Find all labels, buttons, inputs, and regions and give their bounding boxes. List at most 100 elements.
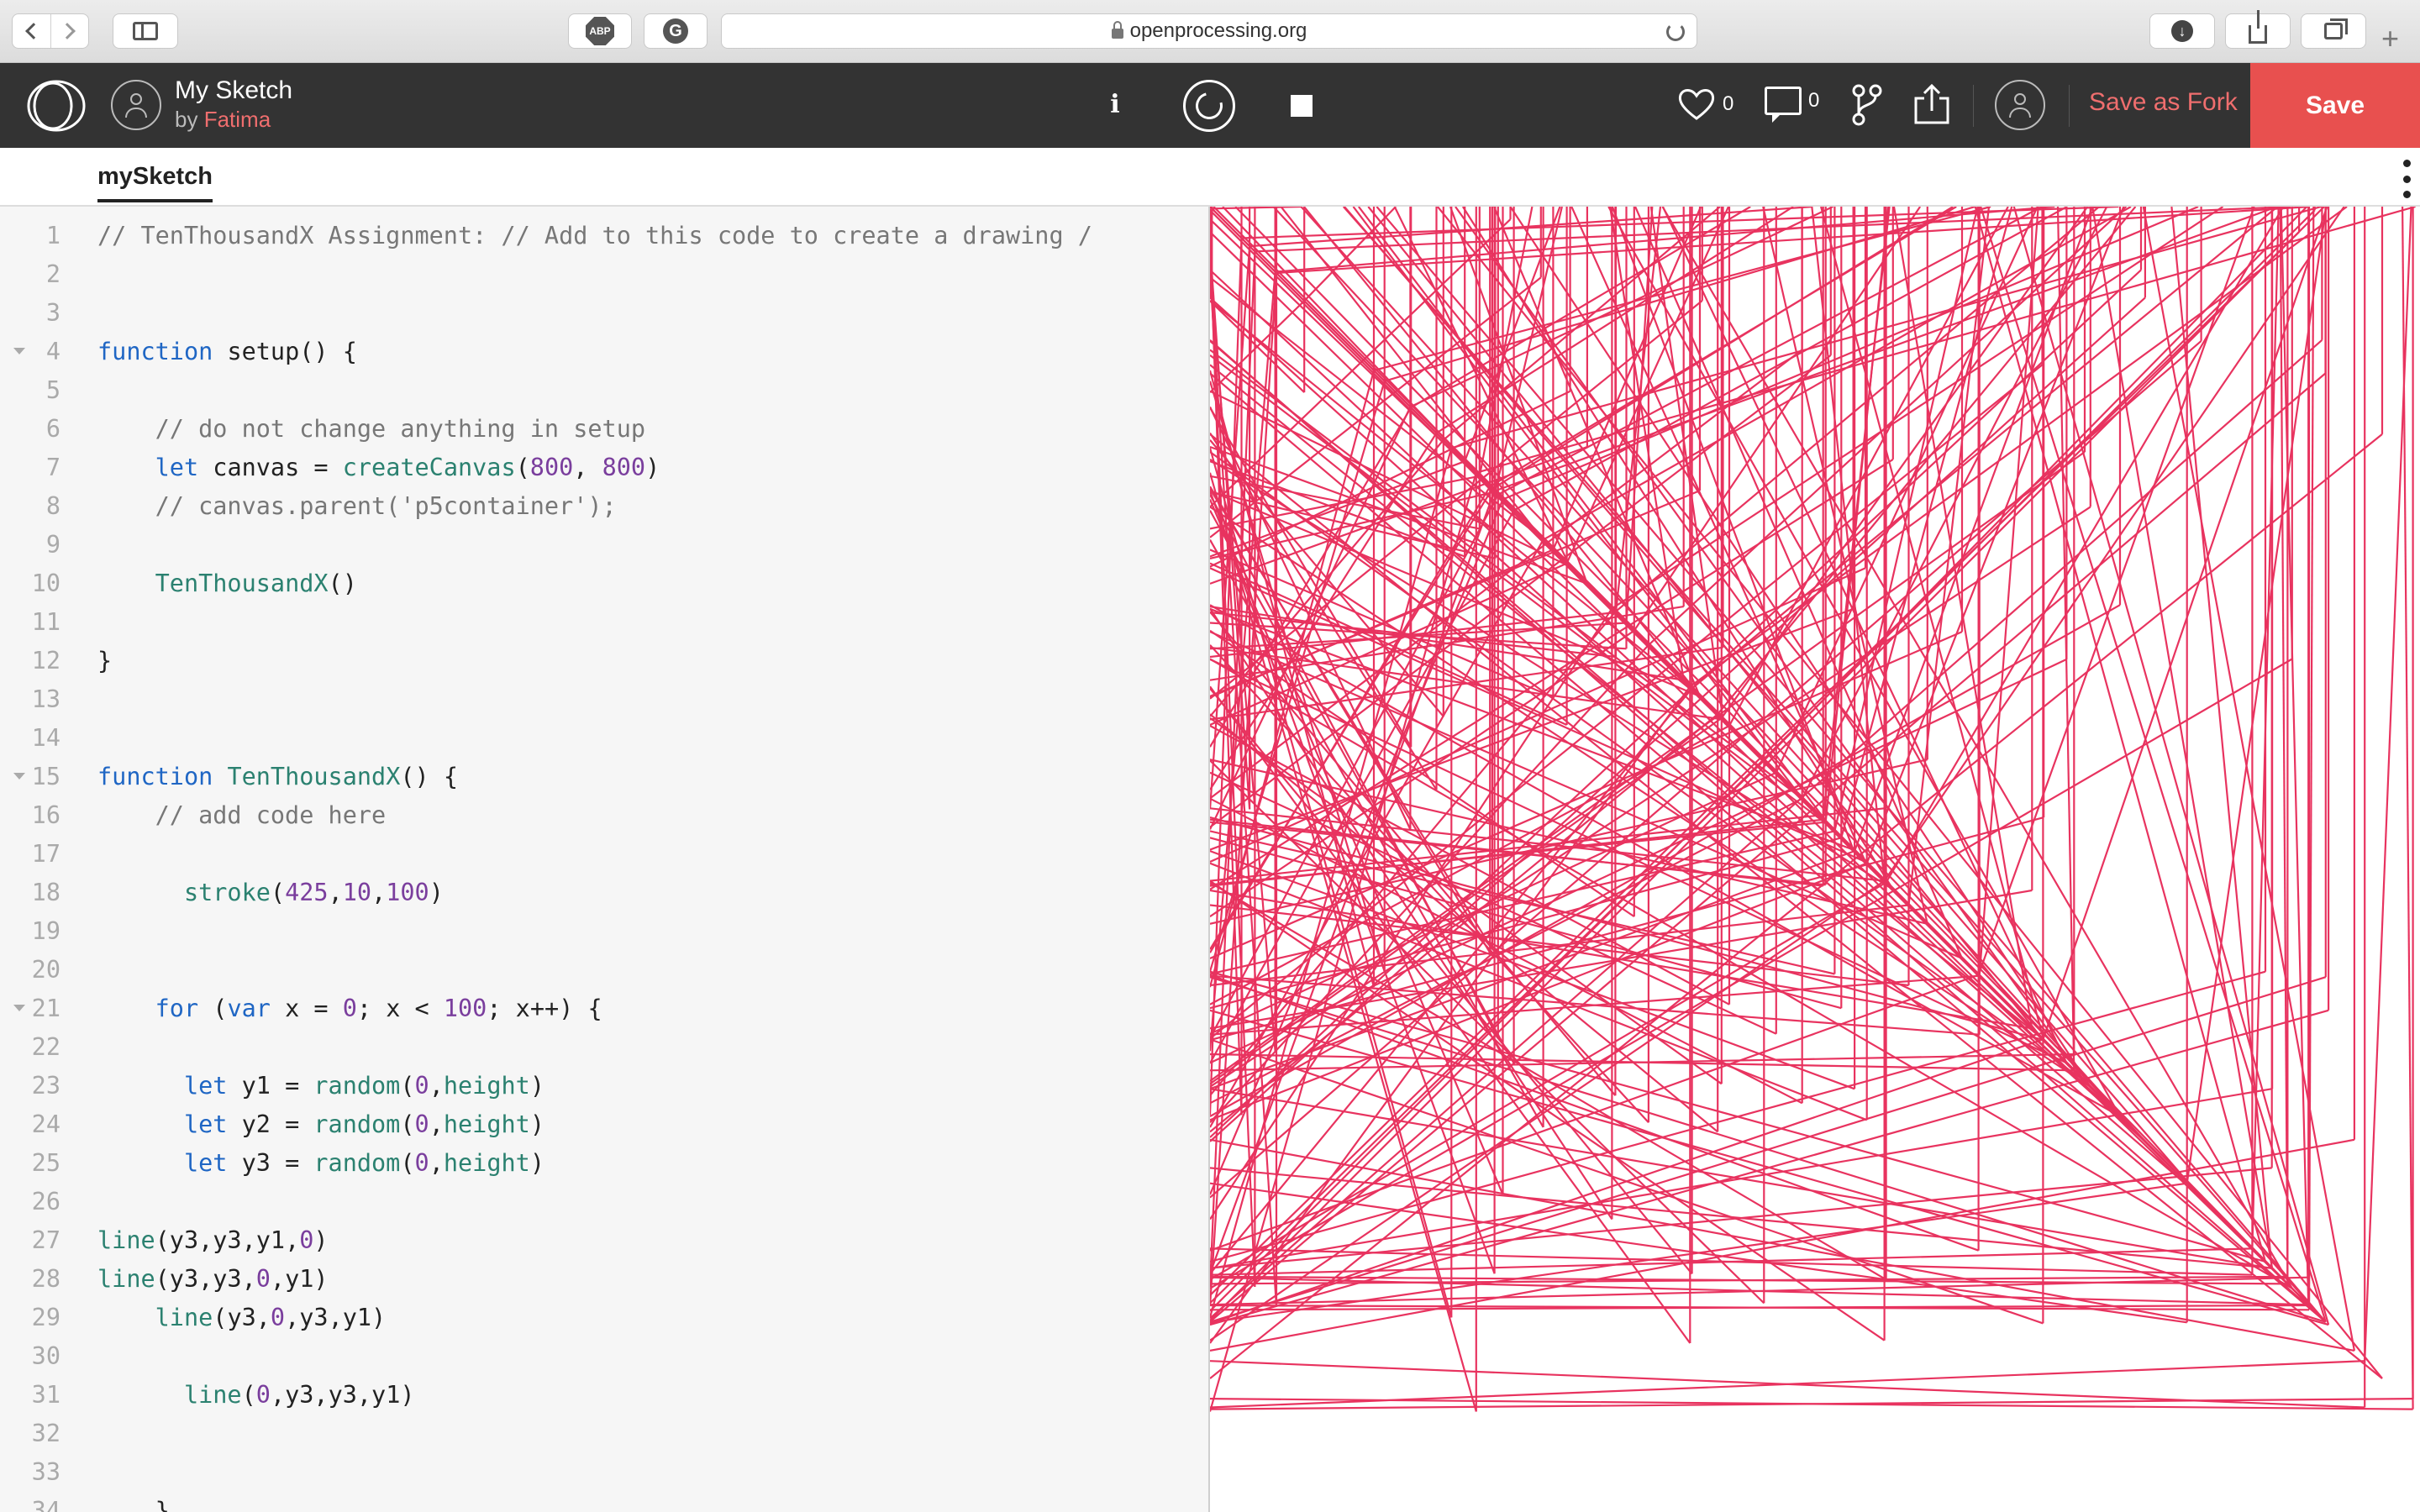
code-text: line(y3,y3,0,y1) bbox=[97, 1265, 329, 1293]
sketch-avatar[interactable] bbox=[111, 80, 161, 130]
code-line[interactable]: 10 TenThousandX() bbox=[0, 564, 1208, 603]
code-line[interactable]: 22 bbox=[0, 1028, 1208, 1067]
comments-button[interactable]: 0 bbox=[1765, 87, 1820, 123]
line-number: 31 bbox=[31, 1381, 60, 1409]
code-line[interactable]: 5 bbox=[0, 371, 1208, 410]
code-line[interactable]: 1 // TenThousandX Assignment: // Add to t… bbox=[0, 217, 1208, 255]
code-line[interactable]: 13 bbox=[0, 680, 1208, 719]
code-line[interactable]: 15 function TenThousandX() { bbox=[0, 758, 1208, 796]
code-line[interactable]: 8 // canvas.parent('p5container'); bbox=[0, 487, 1208, 526]
forward-button[interactable] bbox=[50, 14, 89, 48]
tab-mysketch[interactable]: mySketch bbox=[97, 163, 213, 202]
code-line[interactable]: 12} bbox=[0, 642, 1208, 680]
replay-button[interactable] bbox=[1183, 80, 1235, 132]
code-line[interactable]: 26 bbox=[0, 1183, 1208, 1221]
code-text: for (var x = 0; x < 100; x++) { bbox=[155, 995, 602, 1022]
code-line[interactable]: 31 line(0,y3,y3,y1) bbox=[0, 1376, 1208, 1415]
sidebar-toggle-button[interactable] bbox=[113, 13, 178, 49]
code-line[interactable]: 25 let y3 = random(0,height) bbox=[0, 1144, 1208, 1183]
sketch-line bbox=[2402, 207, 2414, 1410]
code-text: // TenThousandX Assignment: // Add to th… bbox=[97, 222, 1092, 249]
info-button[interactable]: i bbox=[1102, 85, 1128, 125]
fold-toggle-icon[interactable] bbox=[13, 1005, 25, 1011]
code-line[interactable]: 2 bbox=[0, 255, 1208, 294]
grammarly-extension-button[interactable]: G bbox=[644, 13, 708, 49]
code-text: // do not change anything in setup bbox=[97, 415, 646, 443]
line-number: 11 bbox=[31, 608, 60, 636]
code-line[interactable]: 9 bbox=[0, 526, 1208, 564]
line-number: 13 bbox=[31, 685, 60, 713]
fold-toggle-icon[interactable] bbox=[13, 348, 25, 354]
reload-icon[interactable] bbox=[1666, 23, 1685, 41]
code-line[interactable]: 3 bbox=[0, 294, 1208, 333]
code-line[interactable]: 11 bbox=[0, 603, 1208, 642]
line-number: 25 bbox=[31, 1149, 60, 1177]
downloads-button[interactable]: ↓ bbox=[2149, 13, 2215, 49]
code-line[interactable]: 19 bbox=[0, 912, 1208, 951]
code-line[interactable]: 33 bbox=[0, 1453, 1208, 1492]
new-tab-button[interactable]: + bbox=[2381, 24, 2399, 54]
line-number: 28 bbox=[31, 1265, 60, 1293]
code-line[interactable]: 14 bbox=[0, 719, 1208, 758]
sketch-line bbox=[1376, 207, 2327, 1323]
line-number: 3 bbox=[45, 299, 60, 327]
export-share-icon[interactable] bbox=[1912, 83, 1951, 125]
line-number: 15 bbox=[31, 763, 60, 790]
line-number: 21 bbox=[31, 995, 60, 1022]
comments-count: 0 bbox=[1808, 89, 1820, 112]
adblock-extension-button[interactable]: ABP bbox=[568, 13, 632, 49]
code-line[interactable]: 34 } bbox=[0, 1492, 1208, 1512]
sketch-line bbox=[1276, 207, 2310, 275]
fork-icon[interactable] bbox=[1850, 83, 1884, 127]
fold-toggle-icon[interactable] bbox=[13, 773, 25, 780]
line-number: 23 bbox=[31, 1072, 60, 1100]
code-line[interactable]: 23 let y1 = random(0,height) bbox=[0, 1067, 1208, 1105]
code-line[interactable]: 6 // do not change anything in setup bbox=[0, 410, 1208, 449]
code-line[interactable]: 20 bbox=[0, 951, 1208, 990]
history-nav bbox=[12, 13, 89, 49]
code-line[interactable]: 27 line(y3,y3,y1,0) bbox=[0, 1221, 1208, 1260]
save-button[interactable]: Save bbox=[2250, 63, 2420, 148]
line-number: 26 bbox=[31, 1188, 60, 1215]
code-line[interactable]: 29 line(y3,0,y3,y1) bbox=[0, 1299, 1208, 1337]
stop-button[interactable] bbox=[1291, 95, 1313, 117]
more-vertical-icon[interactable] bbox=[2402, 160, 2412, 198]
sketch-line bbox=[1892, 207, 2033, 1029]
code-line[interactable]: 16 // add code here bbox=[0, 796, 1208, 835]
like-button[interactable]: 0 bbox=[1677, 87, 1733, 122]
code-text: // add code here bbox=[97, 801, 387, 829]
tab-overview-button[interactable] bbox=[2301, 13, 2366, 49]
address-bar[interactable]: openprocessing.org bbox=[721, 13, 1697, 49]
browser-toolbar: ABP G openprocessing.org ↓ + bbox=[0, 0, 2420, 63]
code-line[interactable]: 21 for (var x = 0; x < 100; x++) { bbox=[0, 990, 1208, 1028]
code-line[interactable]: 30 bbox=[0, 1337, 1208, 1376]
user-avatar[interactable] bbox=[1995, 80, 2045, 130]
code-line[interactable]: 18 stroke(425,10,100) bbox=[0, 874, 1208, 912]
line-number: 7 bbox=[45, 454, 60, 481]
sketch-line bbox=[2091, 207, 2274, 1269]
code-line[interactable]: 28 line(y3,y3,0,y1) bbox=[0, 1260, 1208, 1299]
line-number: 14 bbox=[31, 724, 60, 752]
header-divider bbox=[2069, 85, 2070, 127]
code-editor[interactable]: 1 // TenThousandX Assignment: // Add to t… bbox=[0, 207, 1208, 1512]
sketch-canvas bbox=[1210, 207, 2416, 1412]
sidebar-icon bbox=[133, 22, 158, 40]
code-line[interactable]: 7 let canvas = createCanvas(800, 800) bbox=[0, 449, 1208, 487]
author-link[interactable]: Fatima bbox=[204, 107, 271, 132]
line-number: 8 bbox=[45, 492, 60, 520]
share-button[interactable] bbox=[2225, 10, 2291, 49]
adblock-icon: ABP bbox=[586, 17, 614, 45]
code-text: line(0,y3,y3,y1) bbox=[183, 1381, 415, 1409]
openprocessing-logo[interactable] bbox=[25, 78, 87, 134]
save-as-fork-button[interactable]: Save as Fork bbox=[2089, 88, 2238, 117]
back-button[interactable] bbox=[13, 14, 50, 48]
line-number: 29 bbox=[31, 1304, 60, 1331]
sketch-title[interactable]: My Sketch bbox=[175, 76, 292, 105]
code-line[interactable]: 32 bbox=[0, 1415, 1208, 1453]
sketch-line bbox=[1977, 207, 2255, 975]
comment-icon bbox=[1765, 87, 1802, 123]
code-line[interactable]: 24 let y2 = random(0,height) bbox=[0, 1105, 1208, 1144]
code-line[interactable]: 17 bbox=[0, 835, 1208, 874]
code-line[interactable]: 4 function setup() { bbox=[0, 333, 1208, 371]
code-text: line(y3,y3,y1,0) bbox=[97, 1226, 329, 1254]
